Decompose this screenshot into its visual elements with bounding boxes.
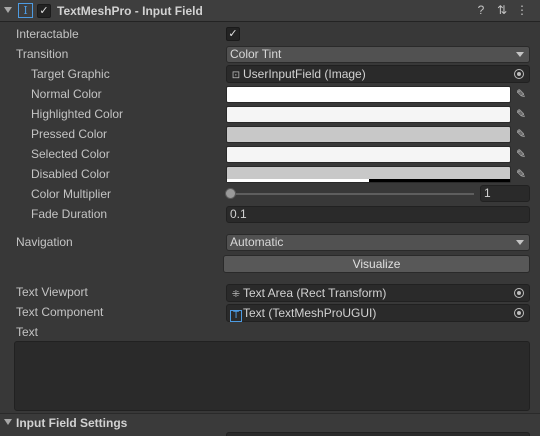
eyedropper-icon[interactable]: ✎	[512, 166, 530, 183]
eyedropper-icon[interactable]: ✎	[512, 106, 530, 123]
help-icon[interactable]: ?	[474, 3, 488, 18]
component-enabled-checkbox[interactable]: ✓	[37, 4, 51, 18]
foldout-arrow-icon[interactable]	[4, 419, 12, 425]
fade-duration-label: Fade Duration	[31, 207, 108, 221]
text-component-field[interactable]: T Text (TextMeshProUGUI)	[226, 304, 530, 322]
alpha-bar-remainder	[369, 179, 510, 182]
color-multiplier-label: Color Multiplier	[31, 187, 112, 201]
transition-label: Transition	[16, 47, 69, 61]
chevron-down-icon	[516, 240, 524, 245]
eyedropper-icon[interactable]: ✎	[512, 126, 530, 143]
text-component-label: Text Component	[16, 305, 104, 319]
disabled-color-label: Disabled Color	[31, 167, 110, 181]
pressed-color-swatch[interactable]	[226, 126, 511, 143]
color-multiplier-input[interactable]: 1	[480, 185, 530, 202]
navigation-dropdown[interactable]: Automatic	[226, 234, 530, 251]
normal-color-label: Normal Color	[31, 87, 102, 101]
navigation-value: Automatic	[230, 235, 284, 249]
color-multiplier-slider-knob[interactable]	[225, 188, 236, 199]
transition-value: Color Tint	[230, 47, 282, 61]
selected-color-label: Selected Color	[31, 147, 110, 161]
target-graphic-label: Target Graphic	[31, 67, 110, 81]
text-viewport-field[interactable]: ⁜ Text Area (Rect Transform)	[226, 284, 530, 302]
text-area[interactable]	[14, 341, 530, 411]
visualize-button[interactable]: Visualize	[223, 255, 530, 273]
component-title: TextMeshPro - Input Field	[57, 4, 203, 18]
target-graphic-value: UserInputField (Image)	[243, 67, 366, 81]
object-picker-icon[interactable]	[514, 69, 524, 79]
text-label: Text	[16, 325, 39, 339]
eyedropper-icon[interactable]: ✎	[512, 86, 530, 103]
interactable-label: Interactable	[16, 27, 79, 41]
alpha-bar	[227, 179, 369, 182]
rect-transform-icon: ⁜	[231, 289, 241, 300]
context-menu-icon[interactable]: ⋮	[515, 3, 529, 18]
target-graphic-field[interactable]: ⊡ UserInputField (Image)	[226, 65, 530, 83]
object-picker-icon[interactable]	[514, 288, 524, 298]
color-multiplier-slider-track[interactable]	[230, 193, 474, 195]
highlighted-color-label: Highlighted Color	[31, 107, 124, 121]
eyedropper-icon[interactable]: ✎	[512, 146, 530, 163]
input-field-settings-title: Input Field Settings	[16, 416, 128, 430]
text-viewport-value: Text Area (Rect Transform)	[243, 286, 387, 300]
chevron-down-icon	[516, 52, 524, 57]
next-field[interactable]	[226, 432, 530, 436]
textmeshpro-input-icon: I	[18, 3, 33, 18]
image-icon: ⊡	[231, 70, 241, 81]
highlighted-color-swatch[interactable]	[226, 106, 511, 123]
transition-dropdown[interactable]: Color Tint	[226, 46, 530, 63]
normal-color-swatch[interactable]	[226, 86, 511, 103]
text-viewport-label: Text Viewport	[16, 285, 88, 299]
presets-icon[interactable]: ⇅	[495, 3, 509, 18]
object-picker-icon[interactable]	[514, 308, 524, 318]
selected-color-swatch[interactable]	[226, 146, 511, 163]
navigation-label: Navigation	[16, 235, 73, 249]
disabled-color-swatch[interactable]	[226, 166, 511, 183]
interactable-checkbox[interactable]: ✓	[226, 27, 240, 41]
foldout-arrow-icon[interactable]	[4, 7, 12, 13]
text-component-value: Text (TextMeshProUGUI)	[243, 306, 377, 320]
pressed-color-label: Pressed Color	[31, 127, 108, 141]
fade-duration-input[interactable]: 0.1	[226, 206, 530, 223]
textmeshpro-icon: T	[230, 310, 242, 322]
